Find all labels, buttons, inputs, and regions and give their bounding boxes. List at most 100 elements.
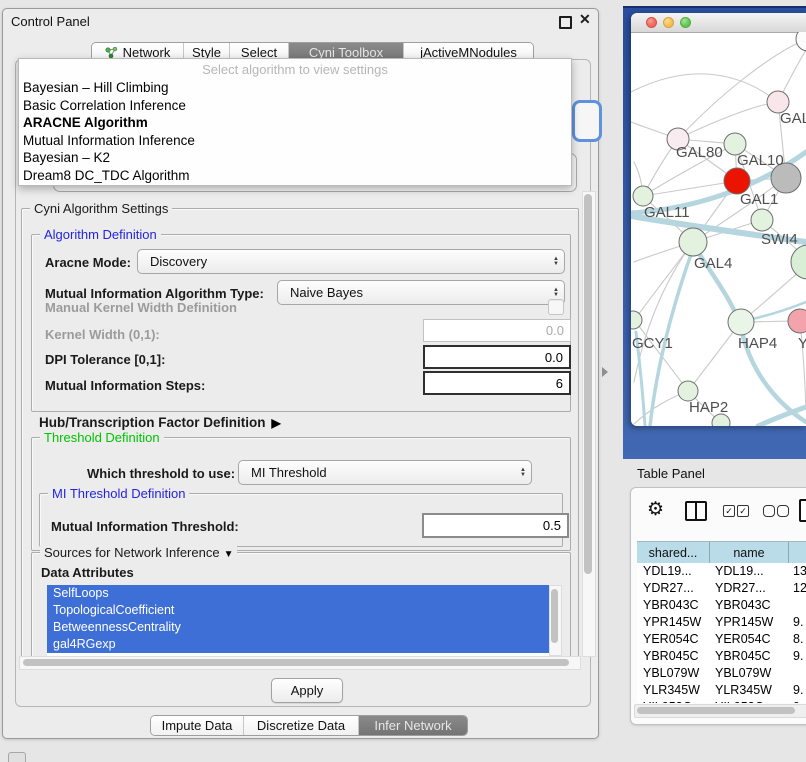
table-cell: YBR043C (709, 597, 787, 614)
network-view-window: GALGAL80GAL10GAL1GAL11SWI4GAL4GCY1HAP4YH… (631, 13, 806, 426)
table-cell: YIL052C (637, 699, 709, 703)
table-cell: YIL052C (709, 699, 787, 703)
close-traffic-light-icon[interactable] (646, 17, 657, 28)
table-rows: YDL19...YDL19...13YDR27...YDR27...12YBR0… (637, 563, 806, 703)
network-node-y[interactable] (788, 309, 806, 333)
algorithm-dropdown-popup: Select algorithm to view settings Bayesi… (18, 58, 572, 186)
sources-title[interactable]: Sources for Network Inference▼ (40, 545, 237, 560)
float-window-icon[interactable] (559, 16, 572, 29)
node-label: GCY1 (632, 335, 673, 352)
algorithm-option[interactable]: Bayesian – Hill Climbing (23, 79, 571, 97)
column-header-3[interactable]: A (789, 542, 806, 564)
unchecked-checkbox-icon[interactable] (763, 505, 775, 517)
mi-type-select[interactable]: Naive Bayes ▲▼ (277, 280, 565, 305)
table-row[interactable]: YIL052CYIL052C9. (637, 699, 806, 703)
algorithm-option[interactable]: Dream8 DC_TDC Algorithm (23, 167, 571, 185)
attribute-item[interactable]: gal4RGexp (47, 636, 549, 653)
split-columns-icon[interactable] (685, 501, 707, 521)
data-attributes-label: Data Attributes (41, 565, 134, 580)
network-canvas[interactable]: GALGAL80GAL10GAL1GAL11SWI4GAL4GCY1HAP4YH… (631, 32, 806, 426)
network-node-swi4[interactable] (751, 209, 773, 231)
unchecked-checkbox-icon[interactable] (777, 505, 789, 517)
mi-threshold-field[interactable]: 0.5 (422, 513, 569, 538)
document-icon[interactable] (799, 499, 806, 522)
attribute-item[interactable]: SelfLoops (47, 585, 549, 602)
algorithm-option[interactable]: Basic Correlation Inference (23, 97, 571, 115)
hub-expander[interactable]: Hub/Transcription Factor Definition▶ (39, 415, 281, 430)
table-row[interactable]: YBL079WYBL079W (637, 665, 806, 682)
settings-horizontal-scrollbar[interactable] (19, 656, 581, 670)
tab-infer-network[interactable]: Infer Network (358, 716, 467, 735)
algorithm-option[interactable]: ARACNE Algorithm (23, 114, 571, 132)
tab-discretize-data[interactable]: Discretize Data (243, 716, 358, 735)
aracne-mode-value: Discovery (138, 254, 548, 269)
table-cell: YPR145W (637, 614, 709, 631)
table-cell: YDL19... (709, 563, 787, 580)
attribute-item[interactable]: TopologicalCoefficient (47, 602, 549, 619)
network-node-hap2[interactable] (678, 381, 698, 401)
obscured-focused-combo (572, 100, 602, 142)
mi-threshold-label: Mutual Information Threshold: (51, 519, 239, 534)
dpi-tolerance-field[interactable]: 0.0 (423, 345, 571, 369)
network-node-gcy1[interactable] (631, 311, 642, 329)
table-cell: YER054C (637, 631, 709, 648)
apply-button[interactable]: Apply (271, 678, 343, 703)
control-panel-window: Control Panel ✕ NetworkStyleSelectCyni T… (2, 8, 599, 739)
manual-kernel-label: Manual Kernel Width Definition (45, 300, 237, 315)
table-cell: YBR045C (709, 648, 787, 665)
table-cell: 13 (787, 563, 806, 580)
table-row[interactable]: YPR145WYPR145W9. (637, 614, 806, 631)
column-header-2[interactable]: name (710, 542, 789, 564)
network-window-titlebar[interactable] (631, 13, 806, 33)
settings-vertical-scrollbar[interactable] (582, 191, 596, 657)
table-row[interactable]: YDL19...YDL19...13 (637, 563, 806, 580)
tab-label: Discretize Data (257, 718, 345, 733)
attribute-item[interactable]: BetweennessCentrality (47, 619, 549, 636)
node-label: GAL10 (737, 152, 784, 169)
table-row[interactable]: YER054CYER054C8. (637, 631, 806, 648)
node-label: HAP4 (738, 335, 777, 352)
node-label: GAL1 (740, 191, 778, 208)
table-header-row: shared...nameA (637, 541, 806, 565)
network-node-hap4[interactable] (728, 309, 754, 335)
aracne-mode-select[interactable]: Discovery ▲▼ (137, 249, 565, 274)
close-icon[interactable]: ✕ (579, 11, 591, 27)
zoom-traffic-light-icon[interactable] (680, 17, 691, 28)
mi-steps-value: 6 (556, 376, 563, 391)
application-root: Control Panel ✕ NetworkStyleSelectCyni T… (0, 0, 806, 762)
mi-steps-field[interactable]: 6 (423, 371, 571, 395)
which-threshold-select[interactable]: MI Threshold ▲▼ (238, 460, 532, 485)
kernel-width-field[interactable]: 0.0 (423, 319, 571, 342)
algorithm-option[interactable]: Bayesian – K2 (23, 149, 571, 167)
gear-icon[interactable]: ⚙ (647, 498, 664, 521)
table-row[interactable]: YDR27...YDR27...12 (637, 580, 806, 597)
checked-checkbox-icon[interactable]: ✓ (737, 505, 749, 517)
mi-steps-label: Mutual Information Steps: (45, 378, 205, 393)
network-node[interactable] (791, 245, 806, 279)
tab-impute-data[interactable]: Impute Data (151, 716, 243, 735)
network-node[interactable] (796, 32, 806, 51)
algorithm-option[interactable]: Mutual Information Inference (23, 132, 571, 150)
table-horizontal-scrollbar[interactable] (634, 704, 806, 718)
table-row[interactable]: YLR345WYLR345W9. (637, 682, 806, 699)
panel-divider-handle[interactable] (602, 367, 608, 377)
network-node-gal11[interactable] (633, 186, 653, 206)
table-cell: YDR27... (637, 580, 709, 597)
manual-kernel-checkbox[interactable] (548, 299, 564, 315)
dpi-tolerance-label: DPI Tolerance [0,1]: (45, 352, 165, 367)
network-edge[interactable] (634, 242, 693, 382)
table-row[interactable]: YBR045CYBR045C9. (637, 648, 806, 665)
network-edge[interactable] (678, 102, 778, 139)
network-edge[interactable] (631, 74, 778, 102)
corner-widget[interactable] (8, 752, 26, 762)
column-header-1[interactable]: shared... (637, 542, 710, 564)
attributes-scrollbar[interactable] (549, 585, 562, 656)
table-cell: 12 (787, 580, 806, 597)
table-row[interactable]: YBR043CYBR043C (637, 597, 806, 614)
table-cell: 8. (787, 631, 806, 648)
network-node-gal4[interactable] (679, 228, 707, 256)
node-label: GAL4 (694, 255, 732, 272)
table-cell: YLR345W (709, 682, 787, 699)
checked-checkbox-icon[interactable]: ✓ (723, 505, 735, 517)
minimize-traffic-light-icon[interactable] (663, 17, 674, 28)
